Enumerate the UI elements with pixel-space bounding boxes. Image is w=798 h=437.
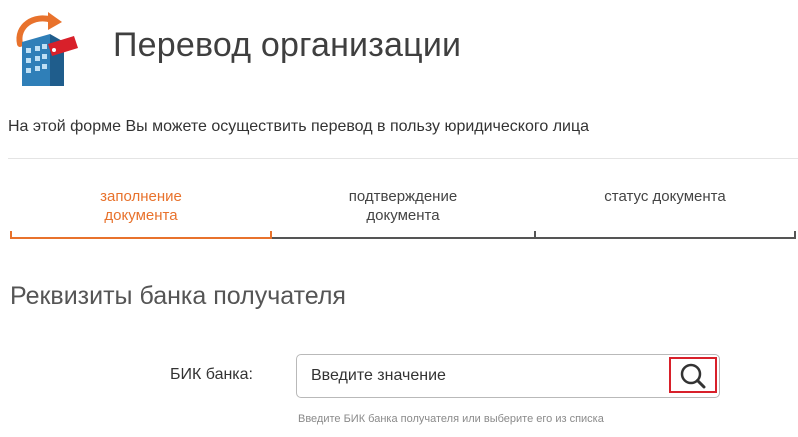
page-title: Перевод организации bbox=[113, 26, 462, 64]
building-transfer-icon bbox=[12, 10, 80, 88]
step-confirm-document[interactable]: подтверждение документа bbox=[272, 187, 534, 225]
step-fill-document[interactable]: заполнение документа bbox=[10, 187, 272, 225]
step-line-active bbox=[10, 237, 272, 239]
bik-input[interactable]: Введите значение bbox=[296, 354, 720, 398]
step-tick bbox=[270, 231, 272, 239]
step-label: статус документа bbox=[604, 188, 726, 205]
intro-text: На этой форме Вы можете осуществить пере… bbox=[8, 118, 590, 135]
step-tick bbox=[794, 231, 796, 239]
step-label: подтверждение документа bbox=[348, 188, 458, 224]
steps-progress: заполнение документа подтверждение докум… bbox=[10, 187, 796, 243]
step-document-status[interactable]: статус документа bbox=[534, 187, 796, 206]
bik-label: БИК банка: bbox=[170, 366, 253, 383]
step-tick bbox=[534, 231, 536, 239]
bik-hint: Введите БИК банка получателя или выберит… bbox=[298, 413, 604, 425]
search-icon bbox=[680, 363, 706, 389]
search-button[interactable] bbox=[669, 357, 717, 393]
section-title: Реквизиты банка получателя bbox=[10, 282, 346, 310]
divider bbox=[8, 158, 798, 159]
bik-input-value: Введите значение bbox=[311, 367, 446, 384]
step-label: заполнение документа bbox=[100, 188, 182, 224]
step-tick bbox=[10, 231, 12, 239]
